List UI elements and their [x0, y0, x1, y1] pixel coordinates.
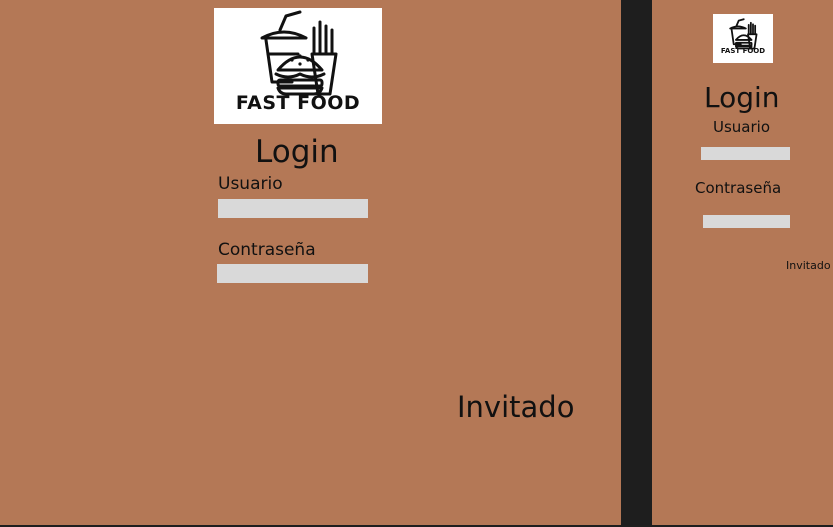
logo-text: FAST FOOD [720, 47, 766, 55]
login-screen-large: FAST FOOD Login Usuario Contraseña Invit… [0, 0, 621, 525]
password-input[interactable] [217, 264, 368, 283]
canvas-divider [621, 0, 652, 527]
fast-food-icon [729, 18, 758, 50]
fast-food-logo: FAST FOOD [214, 8, 382, 124]
password-input[interactable] [703, 215, 790, 228]
guest-button[interactable]: Invitado [457, 390, 574, 424]
username-input[interactable] [701, 147, 790, 160]
login-title: Login [255, 134, 339, 170]
username-label: Usuario [218, 174, 283, 194]
login-screen-small: FAST FOOD Login Usuario Contraseña Invit… [652, 0, 833, 525]
login-title: Login [704, 81, 780, 114]
fast-food-logo: FAST FOOD [713, 14, 773, 63]
password-label: Contraseña [218, 240, 316, 260]
password-label: Contraseña [695, 179, 782, 197]
username-label: Usuario [713, 118, 771, 136]
guest-button[interactable]: Invitado [786, 259, 831, 272]
username-input[interactable] [218, 199, 368, 218]
logo-text: FAST FOOD [235, 92, 361, 114]
